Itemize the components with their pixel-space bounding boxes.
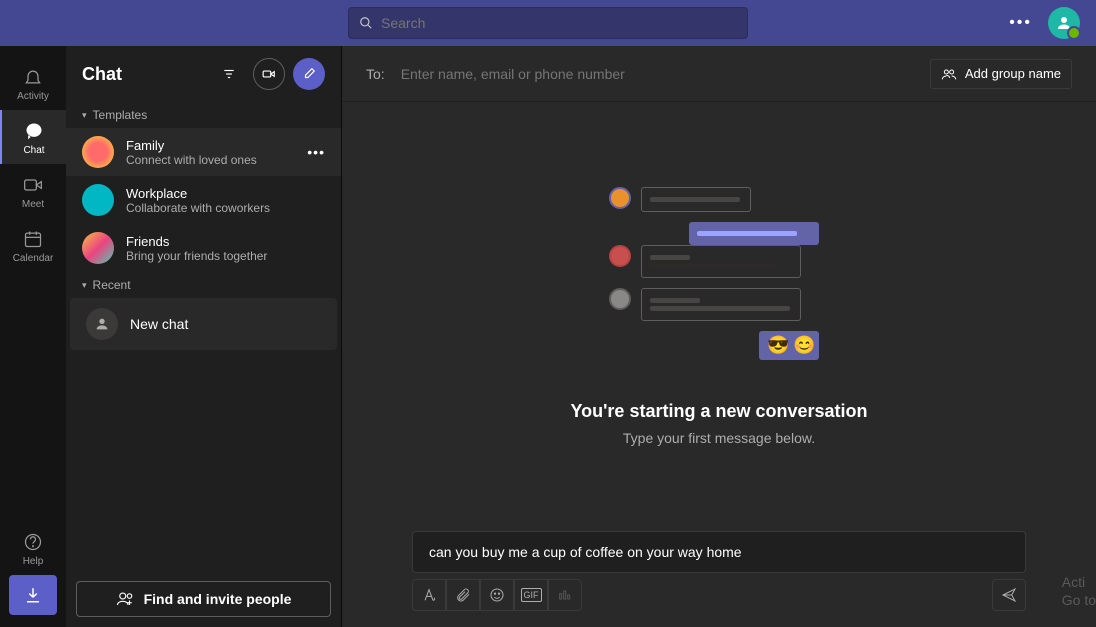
template-title: Friends [126, 234, 325, 249]
meet-now-button[interactable] [253, 58, 285, 90]
rail-label: Activity [17, 91, 49, 102]
conversation-illustration: 😎😊 [609, 187, 829, 377]
invite-label: Find and invite people [144, 591, 292, 607]
rail-label: Help [23, 556, 44, 567]
calendar-icon [21, 227, 45, 251]
format-button[interactable] [412, 579, 446, 611]
compose-box[interactable] [412, 531, 1026, 573]
gif-button[interactable]: GIF [514, 579, 548, 611]
message-input[interactable] [413, 532, 1025, 572]
workplace-icon [82, 184, 114, 216]
rail-calendar[interactable]: Calendar [0, 218, 66, 272]
friends-icon [82, 232, 114, 264]
template-friends[interactable]: Friends Bring your friends together [66, 224, 341, 272]
search-icon [359, 16, 373, 30]
rail-chat[interactable]: Chat [0, 110, 66, 164]
family-icon [82, 136, 114, 168]
compose-toolbar: GIF [412, 573, 1026, 611]
new-chat-button[interactable] [293, 58, 325, 90]
search-box[interactable] [348, 7, 748, 39]
emoji-button[interactable] [480, 579, 514, 611]
empty-title: You're starting a new conversation [570, 401, 867, 422]
add-group-name-button[interactable]: Add group name [930, 59, 1072, 89]
chat-icon [22, 119, 46, 143]
send-button[interactable] [992, 579, 1026, 611]
help-icon [21, 530, 45, 554]
invite-people-button[interactable]: Find and invite people [76, 581, 331, 617]
template-workplace[interactable]: Workplace Collaborate with coworkers [66, 176, 341, 224]
to-bar: To: Add group name [342, 46, 1096, 102]
recent-new-chat[interactable]: New chat [70, 298, 337, 350]
invite-icon [116, 590, 134, 608]
chat-title: Chat [82, 64, 122, 85]
search-input[interactable] [381, 15, 737, 31]
template-title: Family [126, 138, 295, 153]
recent-title: New chat [130, 316, 188, 332]
group-icon [941, 66, 957, 82]
empty-subtitle: Type your first message below. [623, 430, 815, 446]
download-button[interactable] [9, 575, 57, 615]
title-bar: ••• [0, 0, 1096, 46]
person-icon [86, 308, 118, 340]
chat-list-panel: Chat Templates Family Connect with loved… [66, 46, 342, 627]
template-title: Workplace [126, 186, 325, 201]
to-input[interactable] [401, 66, 914, 82]
template-family[interactable]: Family Connect with loved ones ••• [66, 128, 341, 176]
template-more[interactable]: ••• [307, 144, 325, 160]
attach-button[interactable] [446, 579, 480, 611]
compose-area: GIF [342, 531, 1096, 627]
chat-list-header: Chat [66, 46, 341, 102]
chat-pane: To: Add group name 😎😊 You're starting a … [342, 46, 1096, 627]
sticker-button[interactable] [548, 579, 582, 611]
rail-activity[interactable]: Activity [0, 56, 66, 110]
empty-state: 😎😊 You're starting a new conversation Ty… [342, 102, 1096, 531]
template-sub: Collaborate with coworkers [126, 201, 325, 215]
group-name-label: Add group name [965, 66, 1061, 81]
template-sub: Bring your friends together [126, 249, 325, 263]
app-rail: Activity Chat Meet Calendar Help [0, 46, 66, 627]
rail-help[interactable]: Help [0, 521, 66, 575]
rail-label: Calendar [13, 253, 54, 264]
rail-meet[interactable]: Meet [0, 164, 66, 218]
to-label: To: [366, 66, 385, 82]
section-templates[interactable]: Templates [66, 102, 341, 128]
video-icon [21, 173, 45, 197]
bell-icon [21, 65, 45, 89]
rail-label: Chat [23, 145, 44, 156]
filter-button[interactable] [213, 58, 245, 90]
profile-avatar[interactable] [1048, 7, 1080, 39]
template-sub: Connect with loved ones [126, 153, 295, 167]
more-menu[interactable]: ••• [1009, 14, 1032, 32]
rail-label: Meet [22, 199, 44, 210]
section-recent[interactable]: Recent [66, 272, 341, 298]
